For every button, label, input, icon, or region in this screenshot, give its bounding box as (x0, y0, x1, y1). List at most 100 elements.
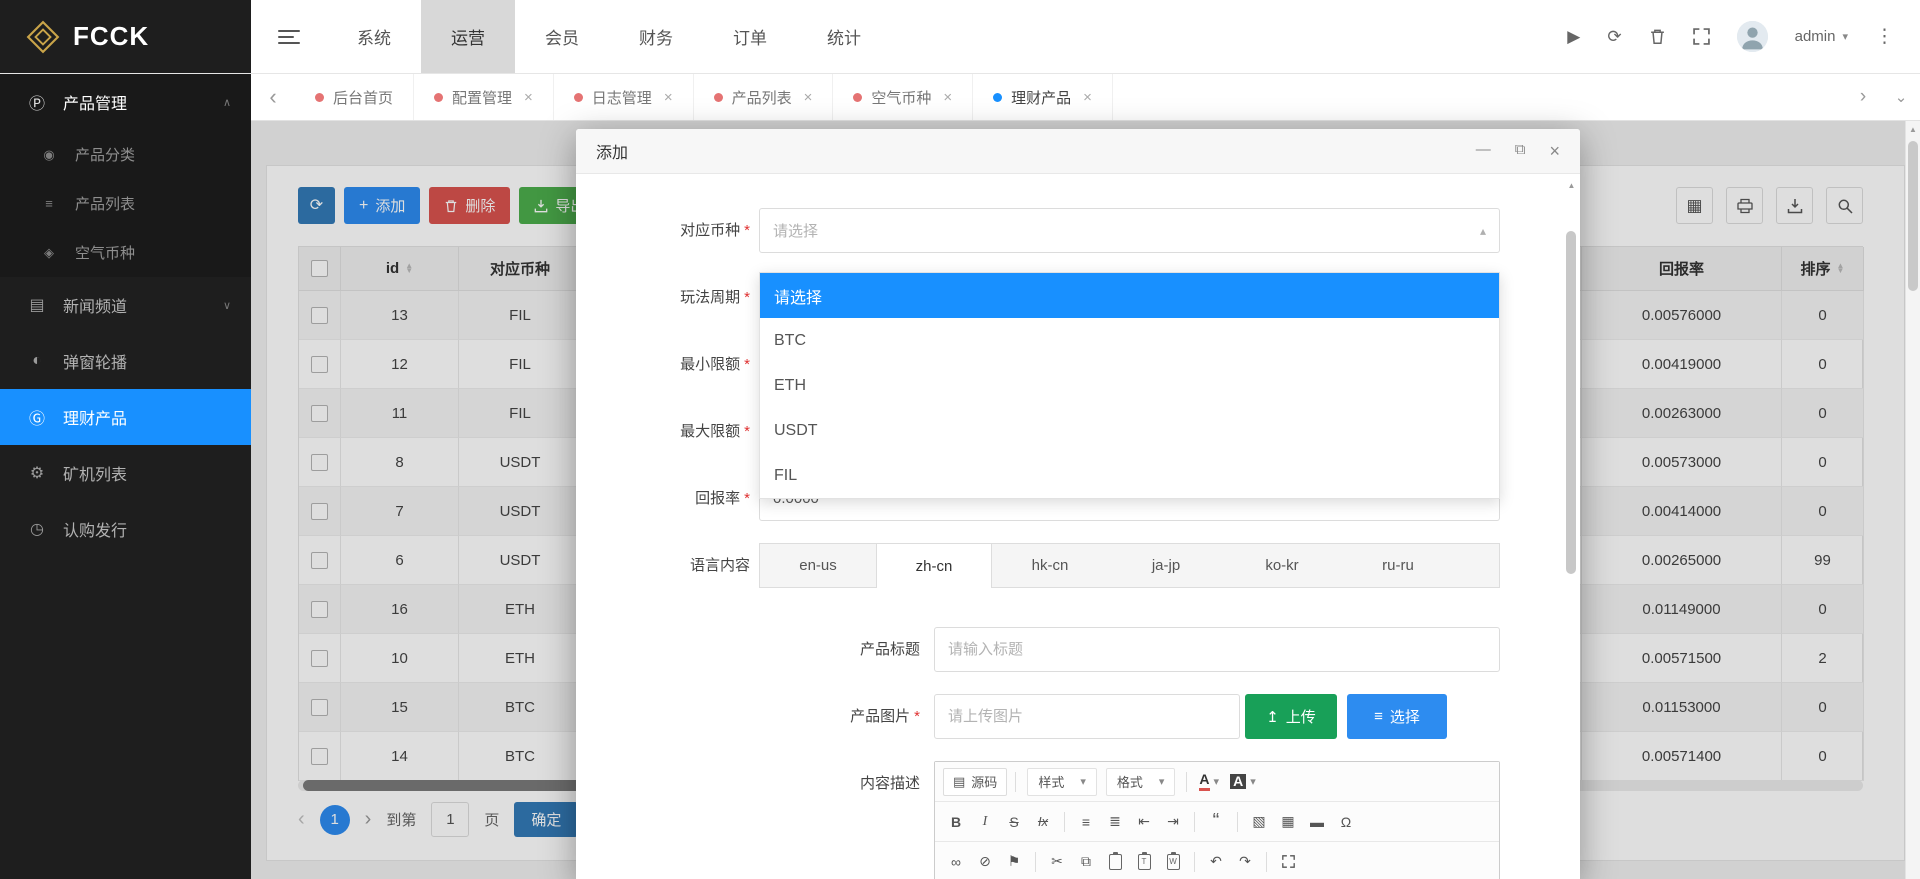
lang-tab-ja-jp[interactable]: ja-jp (1108, 544, 1224, 588)
format-dropdown[interactable]: 格式 ▾ (1106, 768, 1176, 796)
tab-product-list[interactable]: 产品列表 × (694, 74, 834, 120)
source-code-button[interactable]: ▤ 源码 (943, 768, 1007, 796)
ordered-list-icon[interactable]: ≡ (1073, 809, 1099, 835)
sidebar-item-air-coin[interactable]: ◈ 空气币种 (0, 228, 251, 277)
refresh-icon[interactable]: ⟳ (1607, 28, 1621, 45)
indent-icon[interactable]: ⇥ (1160, 809, 1186, 835)
nav-item-member[interactable]: 会员 (515, 0, 609, 73)
lang-tab-zh-cn[interactable]: zh-cn (876, 544, 992, 588)
sidebar-item-miner-list[interactable]: ⚙ 矿机列表 (0, 445, 251, 501)
sidebar-item-product-category[interactable]: ◉ 产品分类 (0, 130, 251, 179)
lang-tab-ko-kr[interactable]: ko-kr (1224, 544, 1340, 588)
sidebar-toggle-button[interactable] (251, 0, 327, 73)
style-dropdown[interactable]: 样式 ▾ (1027, 768, 1097, 796)
language-tabs: en-us zh-cn hk-cn ja-jp ko-kr ru-ru (759, 543, 1500, 588)
dropdown-option-eth[interactable]: ETH (760, 363, 1499, 408)
sidebar-item-wealth-product[interactable]: Ⓖ 理财产品 (0, 389, 251, 445)
strikethrough-icon[interactable]: S (1001, 809, 1027, 835)
top-navbar: FCCK 系统 运营 会员 财务 订单 统计 ▶ ⟳ admin ▾ ⋮ (0, 0, 1920, 74)
nav-item-finance[interactable]: 财务 (609, 0, 703, 73)
dropdown-option-placeholder[interactable]: 请选择 (760, 273, 1499, 318)
undo-icon[interactable]: ↶ (1203, 849, 1229, 875)
more-options-icon[interactable]: ⋮ (1875, 27, 1894, 46)
tabs-list-button[interactable]: ⌄ (1882, 74, 1920, 120)
tabs-scroll-right-button[interactable]: › (1844, 74, 1882, 120)
fullscreen-icon[interactable] (1693, 28, 1710, 45)
blockquote-icon[interactable]: “ (1203, 809, 1229, 835)
page-vertical-scrollbar[interactable]: ▲ (1905, 121, 1920, 879)
nav-item-order[interactable]: 订单 (703, 0, 797, 73)
editor-maximize-icon[interactable] (1275, 849, 1301, 875)
minimize-icon[interactable]: — (1476, 142, 1491, 160)
link-icon[interactable]: ∞ (943, 849, 969, 875)
user-menu[interactable]: admin ▾ (1795, 28, 1848, 45)
sidebar-item-popup-carousel[interactable]: ◐ 弹窗轮播 (0, 333, 251, 389)
avatar[interactable] (1737, 21, 1768, 52)
special-char-icon[interactable]: Ω (1333, 809, 1359, 835)
tab-config[interactable]: 配置管理 × (414, 74, 554, 120)
copy-icon[interactable]: ⧉ (1073, 849, 1099, 875)
tab-close-icon[interactable]: × (804, 89, 813, 106)
dropdown-option-usdt[interactable]: USDT (760, 408, 1499, 453)
product-title-input[interactable] (934, 627, 1500, 672)
run-icon[interactable]: ▶ (1567, 28, 1580, 45)
sidebar-group-product-management[interactable]: Ⓟ 产品管理 ∧ (0, 74, 251, 130)
sidebar-item-label: 理财产品 (63, 405, 127, 429)
sidebar-item-product-list[interactable]: ≡ 产品列表 (0, 179, 251, 228)
choose-button[interactable]: ≡ 选择 (1347, 694, 1447, 739)
tab-close-icon[interactable]: × (943, 89, 952, 106)
lang-tab-ru-ru[interactable]: ru-ru (1340, 544, 1456, 588)
tab-logs[interactable]: 日志管理 × (554, 74, 694, 120)
outdent-icon[interactable]: ⇤ (1131, 809, 1157, 835)
required-asterisk: * (744, 423, 750, 440)
anchor-icon[interactable]: ⚑ (1001, 849, 1027, 875)
insert-image-icon[interactable]: ▧ (1246, 809, 1272, 835)
dropdown-option-fil[interactable]: FIL (760, 453, 1499, 498)
dialog-vertical-scrollbar[interactable]: ▲ (1565, 178, 1578, 875)
open-tabs-bar: ‹ 后台首页 配置管理 × 日志管理 × 产品列表 × 空气币种 × 理财产品 (251, 74, 1920, 121)
nav-item-operation[interactable]: 运营 (421, 0, 515, 73)
upload-button[interactable]: ↥ 上传 (1245, 694, 1337, 739)
close-icon[interactable]: × (1549, 142, 1560, 160)
nav-item-system[interactable]: 系统 (327, 0, 421, 73)
trash-icon[interactable] (1649, 28, 1666, 45)
miner-list-icon: ⚙ (26, 463, 48, 483)
lang-tab-en-us[interactable]: en-us (760, 544, 876, 588)
remove-format-icon[interactable]: Ix (1030, 809, 1056, 835)
tab-wealth-product[interactable]: 理财产品 × (973, 74, 1113, 120)
scroll-up-icon[interactable]: ▲ (1906, 121, 1920, 137)
unordered-list-icon[interactable]: ≣ (1102, 809, 1128, 835)
tab-close-icon[interactable]: × (524, 89, 533, 106)
dialog-header[interactable]: 添加 — ⧉ × (576, 129, 1580, 174)
maximize-icon[interactable]: ⧉ (1515, 142, 1526, 160)
sidebar-item-label: 产品分类 (75, 144, 135, 165)
scrollbar-thumb[interactable] (1908, 141, 1918, 291)
tab-close-icon[interactable]: × (1083, 89, 1092, 106)
sidebar-group-news-channel[interactable]: ▤ 新闻频道 ∨ (0, 277, 251, 333)
cut-icon[interactable]: ✂ (1044, 849, 1070, 875)
dropdown-option-btc[interactable]: BTC (760, 318, 1499, 363)
product-image-input[interactable] (934, 694, 1240, 739)
lang-tab-hk-cn[interactable]: hk-cn (992, 544, 1108, 588)
currency-select[interactable]: 请选择 ▴ (759, 208, 1500, 253)
redo-icon[interactable]: ↷ (1232, 849, 1258, 875)
sidebar-item-subscription-issue[interactable]: ◷ 认购发行 (0, 501, 251, 557)
paste-icon[interactable] (1102, 849, 1128, 875)
tab-close-icon[interactable]: × (664, 89, 673, 106)
horizontal-rule-icon[interactable]: ▬ (1304, 809, 1330, 835)
text-color-button[interactable]: A ▾ (1195, 772, 1223, 790)
brand-logo-area[interactable]: FCCK (0, 0, 251, 73)
tab-dashboard[interactable]: 后台首页 (295, 74, 414, 120)
paste-word-icon[interactable]: W (1160, 849, 1186, 875)
scroll-up-icon[interactable]: ▲ (1565, 178, 1578, 192)
tabs-scroll-left-button[interactable]: ‹ (251, 74, 295, 120)
background-color-button[interactable]: A ▾ (1226, 774, 1260, 789)
scrollbar-thumb[interactable] (1566, 231, 1576, 574)
bold-icon[interactable]: B (943, 809, 969, 835)
unlink-icon[interactable]: ⊘ (972, 849, 998, 875)
insert-table-icon[interactable]: ▦ (1275, 809, 1301, 835)
italic-icon[interactable]: I (972, 809, 998, 835)
paste-text-icon[interactable]: T (1131, 849, 1157, 875)
tab-air-coin[interactable]: 空气币种 × (833, 74, 973, 120)
nav-item-stats[interactable]: 统计 (797, 0, 891, 73)
